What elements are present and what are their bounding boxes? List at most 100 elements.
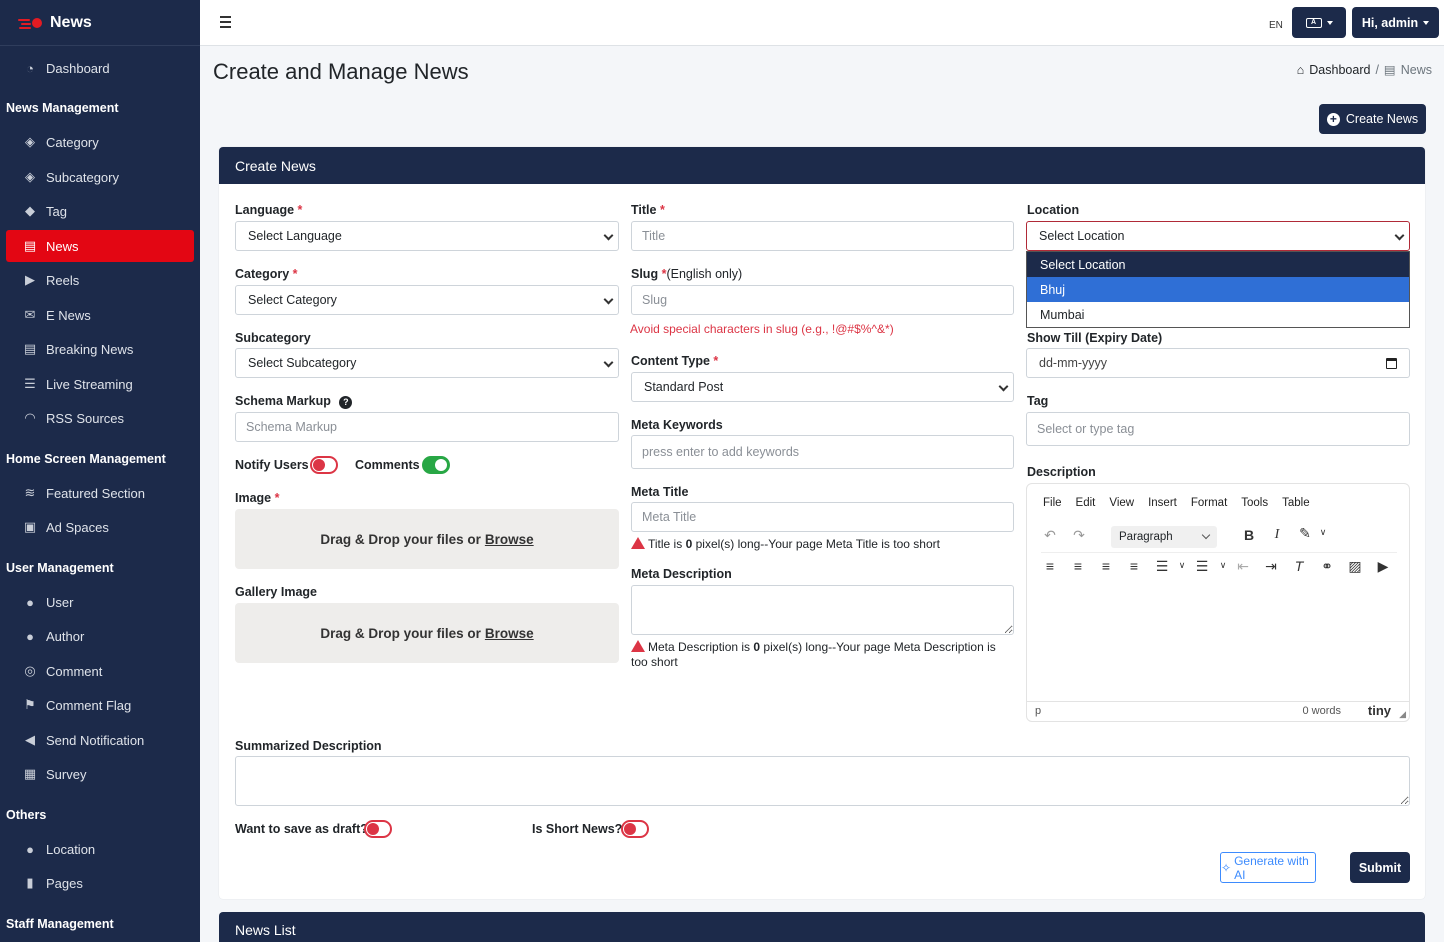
sidebar-item-featured-section[interactable]: ≋ Featured Section	[6, 477, 194, 509]
schema-markup-input[interactable]: Schema Markup	[235, 412, 619, 442]
sidebar-item-breaking-news[interactable]: ▤ Breaking News	[6, 333, 194, 365]
chevron-down-icon[interactable]: ∨	[1313, 527, 1333, 538]
browse-link[interactable]: Browse	[485, 626, 534, 641]
sidebar-item-reels[interactable]: ▶ Reels	[6, 264, 194, 296]
summarized-description-textarea[interactable]	[235, 756, 1410, 806]
short-news-toggle[interactable]	[621, 820, 649, 838]
submit-button[interactable]: Submit	[1350, 852, 1410, 883]
meta-keywords-input[interactable]: press enter to add keywords	[631, 435, 1014, 469]
select-value: Select Subcategory	[248, 356, 357, 370]
breadcrumb-dashboard[interactable]: Dashboard	[1309, 63, 1370, 77]
outdent-icon[interactable]: ⇤	[1233, 558, 1253, 575]
menu-tools[interactable]: Tools	[1241, 497, 1268, 509]
language-select[interactable]: Select Language	[235, 221, 619, 251]
menu-view[interactable]: View	[1109, 497, 1134, 509]
sidebar-item-label: Ad Spaces	[46, 519, 109, 535]
sidebar-item-category[interactable]: ◈ Category	[6, 126, 194, 158]
menu-format[interactable]: Format	[1191, 497, 1227, 509]
sidebar-item-label: Dashboard	[46, 60, 110, 76]
chevron-down-icon[interactable]: ∨	[1213, 560, 1233, 571]
sidebar-item-user[interactable]: ● User	[6, 586, 194, 618]
resize-handle-icon[interactable]: ◢	[1399, 709, 1406, 720]
indent-icon[interactable]: ⇥	[1261, 558, 1281, 575]
align-center-icon[interactable]: ≡	[1068, 558, 1088, 574]
menu-insert[interactable]: Insert	[1148, 497, 1177, 509]
sidebar-item-live-streaming[interactable]: ☰ Live Streaming	[6, 368, 194, 400]
menu-toggle-icon[interactable]	[220, 16, 231, 31]
media-icon[interactable]: ▶	[1373, 558, 1393, 575]
image-dropzone[interactable]: Drag & Drop your files or Browse	[235, 509, 619, 569]
image-label: Image *	[235, 491, 280, 505]
location-option[interactable]: Select Location	[1027, 252, 1409, 277]
language-icon: A	[1305, 17, 1322, 28]
category-select[interactable]: Select Category	[235, 285, 619, 315]
numbered-list-icon[interactable]: ☰	[1192, 558, 1212, 575]
subcategory-select[interactable]: Select Subcategory	[235, 348, 619, 378]
user-menu-button[interactable]: Hi, admin	[1352, 7, 1439, 38]
menu-table[interactable]: Table	[1282, 497, 1310, 509]
browse-link[interactable]: Browse	[485, 532, 534, 547]
sidebar-item-e-news[interactable]: ✉ E News	[6, 299, 194, 331]
gallery-image-dropzone[interactable]: Drag & Drop your files or Browse	[235, 603, 619, 663]
sidebar-item-ad-spaces[interactable]: ▣ Ad Spaces	[6, 511, 194, 543]
redo-icon[interactable]: ↷	[1069, 527, 1089, 544]
block-format-select[interactable]: Paragraph	[1111, 526, 1217, 548]
highlight-icon[interactable]: ✎	[1295, 525, 1315, 542]
sidebar-item-label: Send Notification	[46, 732, 145, 748]
description-label: Description	[1027, 465, 1096, 479]
sidebar-item-comment-flag[interactable]: ⚑ Comment Flag	[6, 689, 194, 721]
clear-format-icon[interactable]: T	[1289, 558, 1309, 574]
menu-edit[interactable]: Edit	[1076, 497, 1096, 509]
link-icon[interactable]: ⚭	[1317, 558, 1337, 575]
notify-users-toggle[interactable]	[310, 456, 338, 474]
meta-title-input[interactable]: Meta Title	[631, 502, 1014, 532]
undo-icon[interactable]: ↶	[1040, 527, 1060, 544]
sidebar-item-dashboard[interactable]: ◔ Dashboard	[6, 52, 194, 84]
meta-description-textarea[interactable]	[631, 585, 1014, 635]
sidebar-item-tag[interactable]: ◆ Tag	[6, 195, 194, 227]
content-type-select[interactable]: Standard Post	[631, 372, 1014, 402]
bullet-list-icon[interactable]: ☰	[1152, 558, 1172, 575]
chevron-down-icon[interactable]: ∨	[1172, 560, 1192, 571]
comments-label: Comments	[355, 458, 420, 472]
news-list-header: News List	[219, 912, 1425, 942]
title-input[interactable]: Title	[631, 221, 1014, 251]
location-select[interactable]: Select Location	[1026, 221, 1410, 251]
show-till-date-input[interactable]: dd-mm-yyyy	[1026, 348, 1410, 378]
sidebar-item-location[interactable]: ● Location	[6, 833, 194, 865]
location-option[interactable]: Bhuj	[1027, 277, 1409, 302]
image-icon[interactable]: ▨	[1345, 558, 1365, 575]
sidebar-item-label: Tag	[46, 203, 67, 219]
sidebar-item-comment[interactable]: ◎ Comment	[6, 655, 194, 687]
sidebar-item-pages[interactable]: ▮ Pages	[6, 867, 194, 899]
file-icon: ▮	[26, 875, 34, 890]
save-draft-toggle[interactable]	[364, 820, 392, 838]
sidebar-item-subcategory[interactable]: ◈ Subcategory	[6, 161, 194, 193]
sidebar-item-author[interactable]: ● Author	[6, 620, 194, 652]
italic-icon[interactable]: I	[1267, 527, 1287, 543]
location-option[interactable]: Mumbai	[1027, 302, 1409, 327]
sidebar-item-survey[interactable]: ▦ Survey	[6, 758, 194, 790]
sidebar-item-news[interactable]: ▤ News	[6, 230, 194, 262]
bold-icon[interactable]: B	[1239, 527, 1259, 543]
question-circle-icon[interactable]: ?	[339, 395, 353, 409]
create-news-button[interactable]: + Create News	[1319, 104, 1426, 134]
comments-toggle[interactable]	[422, 456, 450, 474]
comments-icon: ◎	[24, 663, 36, 678]
brand[interactable]: News	[0, 0, 200, 46]
chevron-down-icon	[603, 357, 614, 368]
tag-input[interactable]: Select or type tag	[1026, 412, 1410, 446]
align-left-icon[interactable]: ≡	[1040, 558, 1060, 574]
generate-ai-button[interactable]: ✧ Generate with AI	[1220, 852, 1316, 883]
align-right-icon[interactable]: ≡	[1096, 558, 1116, 574]
sidebar-item-label: Breaking News	[46, 341, 134, 357]
menu-file[interactable]: File	[1043, 497, 1062, 509]
language-dropdown-button[interactable]: A	[1292, 7, 1346, 38]
sidebar-item-send-notification[interactable]: ◀ Send Notification	[6, 724, 194, 756]
align-justify-icon[interactable]: ≡	[1124, 558, 1144, 574]
calendar-icon[interactable]	[1386, 358, 1397, 369]
title-label: Title *	[631, 203, 665, 217]
language-label: Language *	[235, 203, 303, 217]
slug-input[interactable]: Slug	[631, 285, 1014, 315]
sidebar-item-rss-sources[interactable]: ◠ RSS Sources	[6, 402, 194, 434]
